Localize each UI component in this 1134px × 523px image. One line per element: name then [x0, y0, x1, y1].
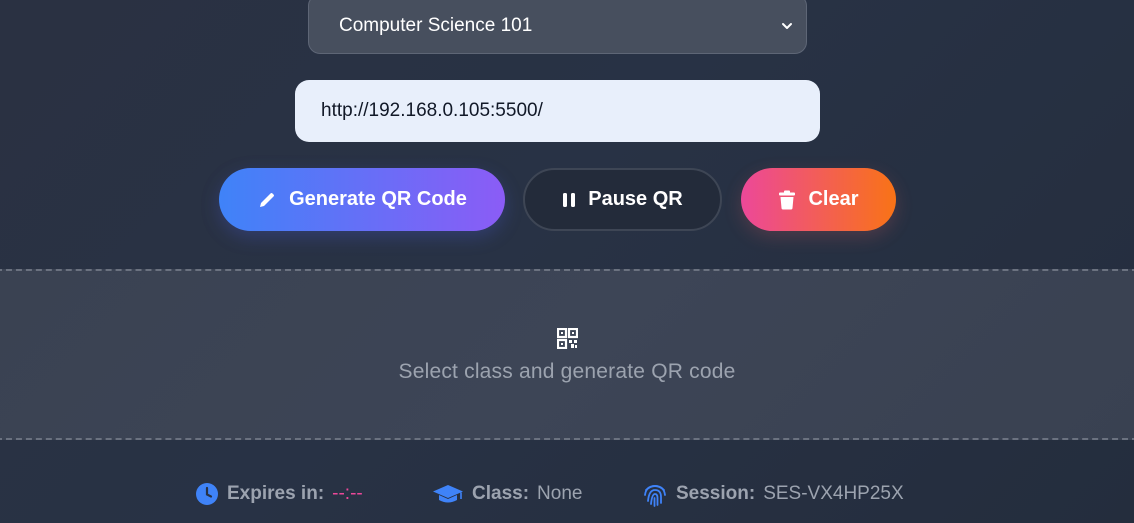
clock-icon [196, 483, 218, 505]
qr-display-area: Select class and generate QR code [0, 269, 1134, 440]
pencil-icon [260, 192, 275, 207]
generate-qr-label: Generate QR Code [289, 188, 467, 210]
qrcode-icon [556, 328, 578, 349]
expires-countdown: --:-- [332, 483, 363, 504]
graduation-cap-icon [433, 485, 463, 503]
url-input[interactable] [295, 80, 820, 142]
class-select-value: Computer Science 101 [339, 15, 533, 36]
session-id: SES-VX4HP25X [763, 483, 904, 504]
status-bar: Expires in: --:-- Class: None Session: S… [0, 480, 1134, 508]
chevron-down-icon [782, 23, 792, 29]
fingerprint-icon [644, 485, 666, 507]
session-label: Session: [676, 483, 756, 504]
clear-label: Clear [808, 188, 859, 210]
class-select[interactable]: Computer Science 101 [308, 0, 807, 54]
generate-qr-button[interactable]: Generate QR Code [219, 168, 505, 231]
class-status-label: Class: [472, 483, 530, 504]
qr-placeholder-text: Select class and generate QR code [398, 360, 736, 383]
class-status: Class: None [432, 480, 582, 508]
trash-icon [779, 190, 796, 209]
clear-button[interactable]: Clear [741, 168, 896, 231]
pause-icon [563, 192, 576, 207]
session-status: Session: SES-VX4HP25X [642, 480, 904, 508]
expires-label: Expires in: [227, 483, 325, 504]
pause-qr-button[interactable]: Pause QR [523, 168, 722, 231]
expires-status: Expires in: --:-- [195, 480, 363, 508]
class-status-value: None [537, 483, 583, 504]
pause-qr-label: Pause QR [588, 188, 683, 210]
